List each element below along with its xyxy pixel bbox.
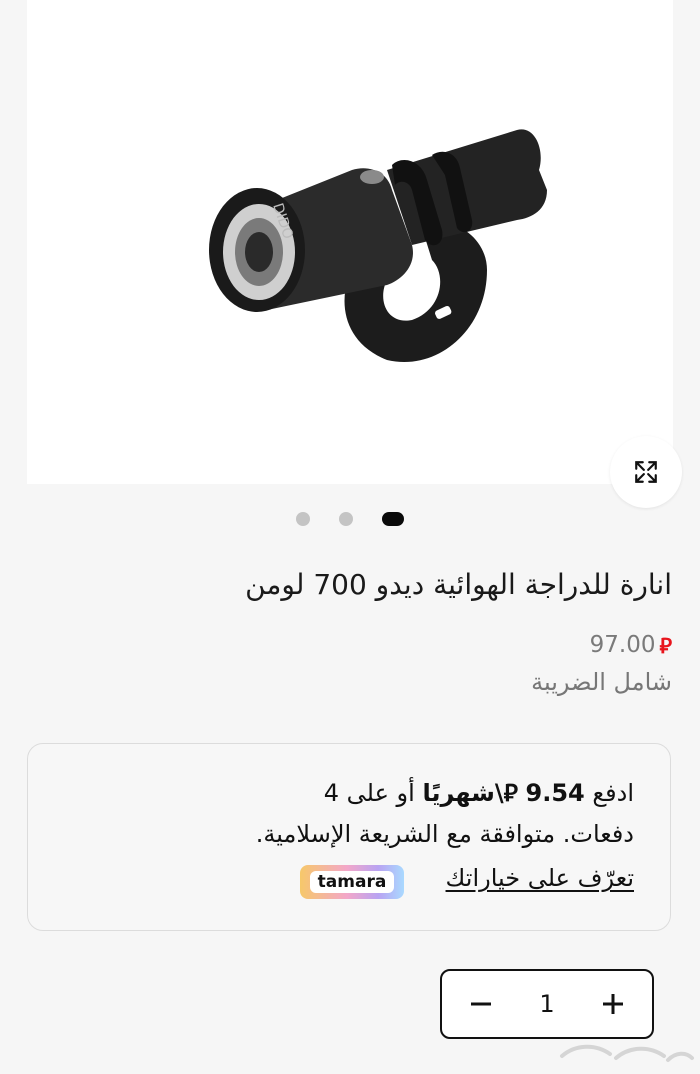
product-title: انارة للدراجة الهوائية ديدو 700 لومن [245, 568, 672, 601]
tamara-sharia-note: دفعات. متوافقة مع الشريعة الإسلامية. [255, 820, 634, 848]
decrease-quantity-button[interactable] [446, 971, 516, 1037]
tax-note: شامل الضريبة [531, 668, 672, 696]
zoom-button[interactable] [610, 436, 682, 508]
carousel-dot[interactable] [339, 512, 353, 526]
riyal-currency-icon: ⃁ [659, 633, 672, 658]
haraj-watermark-logo [560, 1044, 694, 1062]
tamara-offer-line: ادفع 9.54 ⃁\شهريًا أو على 4 [74, 777, 634, 808]
product-gallery[interactable]: DIDO [27, 0, 682, 508]
tamara-pay-prefix: ادفع [592, 779, 634, 807]
tamara-per-month: \شهريًا [422, 779, 504, 807]
quantity-value[interactable]: 1 [512, 971, 582, 1037]
tamara-installments-suffix: أو على 4 [323, 779, 415, 807]
tamara-logo-text: tamara [309, 871, 395, 893]
carousel-dot-active[interactable] [382, 512, 404, 526]
minus-icon [471, 1002, 491, 1006]
expand-arrows-icon [635, 461, 657, 483]
price-value: 97.00 [589, 632, 656, 658]
price: 97.00 ⃁ [590, 628, 672, 662]
tamara-learn-more-link[interactable]: تعرّف على خياراتك [446, 864, 634, 892]
riyal-currency-icon: ⃁ [503, 779, 518, 807]
increase-quantity-button[interactable] [578, 971, 648, 1037]
quantity-stepper: 1 [440, 969, 654, 1039]
plus-icon [603, 994, 623, 1014]
tamara-logo: tamara [300, 865, 404, 899]
product-image: DIDO [209, 129, 547, 363]
carousel-dots [0, 511, 700, 527]
carousel-dot[interactable] [296, 512, 310, 526]
tamara-amount: 9.54 [525, 779, 585, 807]
tamara-installments-box: ادفع 9.54 ⃁\شهريًا أو على 4 دفعات. متواف… [27, 743, 671, 931]
